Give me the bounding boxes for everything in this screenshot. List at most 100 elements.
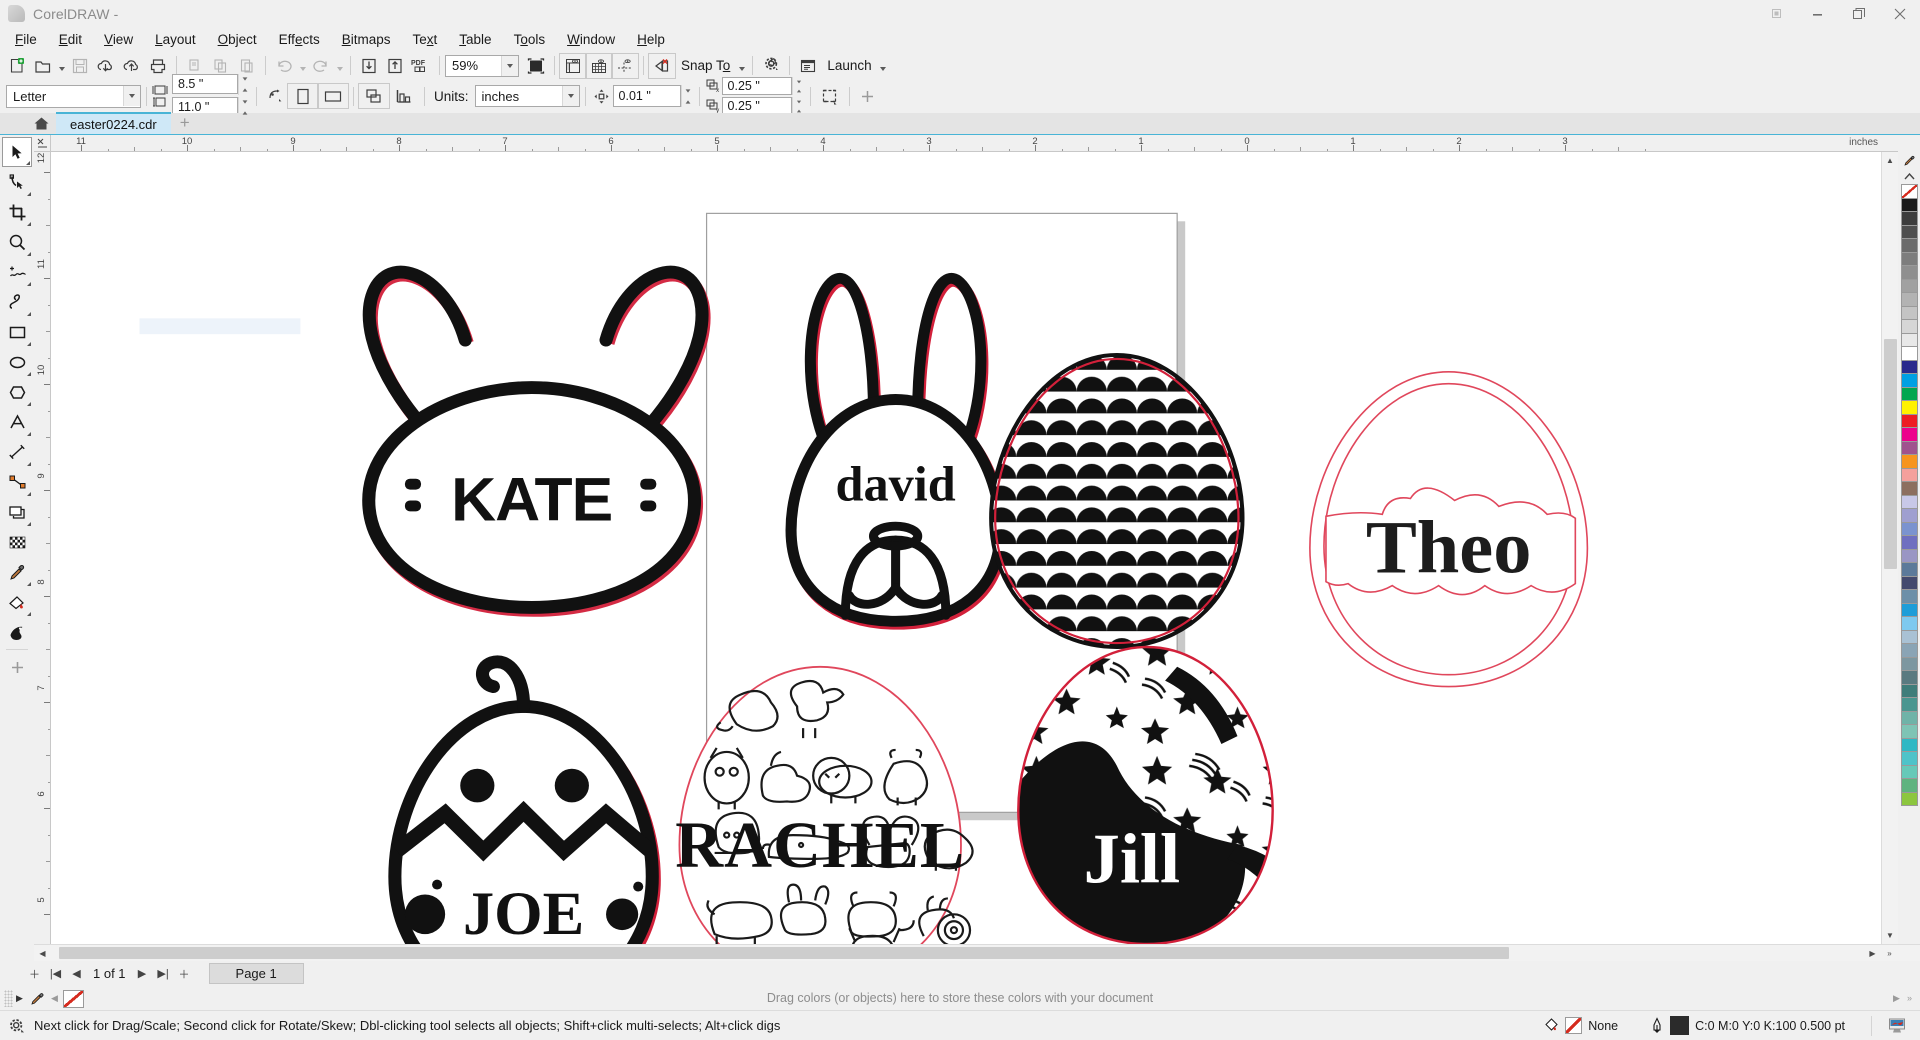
palette-eyedropper-icon[interactable] bbox=[1898, 152, 1920, 168]
paper-type-dropdown-icon[interactable] bbox=[123, 86, 140, 106]
landscape-icon[interactable] bbox=[317, 83, 349, 109]
zoom-level-combo[interactable]: 59% bbox=[445, 54, 519, 77]
hscroll-right-icon[interactable]: ▶ bbox=[1864, 945, 1881, 962]
scroll-down-icon[interactable]: ▼ bbox=[1882, 927, 1899, 944]
home-icon[interactable] bbox=[26, 112, 56, 134]
artwork-bunny-head-kate[interactable]: KATE bbox=[362, 265, 711, 617]
palette-swatch[interactable] bbox=[1900, 481, 1918, 496]
full-screen-preview-icon[interactable] bbox=[523, 54, 549, 78]
palette-swatch[interactable] bbox=[1900, 292, 1918, 307]
open-recent-dropdown-icon[interactable] bbox=[56, 54, 67, 78]
nudge-spinner[interactable] bbox=[680, 85, 694, 107]
save-document-icon[interactable] bbox=[67, 54, 93, 78]
menu-help[interactable]: Help bbox=[626, 28, 676, 51]
menu-table[interactable]: Table bbox=[448, 28, 502, 51]
palette-swatch[interactable] bbox=[1900, 710, 1918, 725]
ruler-unit-icon[interactable] bbox=[34, 135, 51, 152]
color-bar-next-icon[interactable]: ▶ bbox=[1890, 988, 1903, 1008]
print-icon[interactable] bbox=[145, 54, 171, 78]
palette-swatch[interactable] bbox=[1900, 589, 1918, 604]
interactive-fill-tool[interactable] bbox=[2, 587, 32, 617]
palette-swatch[interactable] bbox=[1900, 494, 1918, 509]
palette-swatch[interactable] bbox=[1900, 764, 1918, 779]
palette-swatch[interactable] bbox=[1900, 616, 1918, 631]
scroll-up-icon[interactable]: ▲ bbox=[1882, 152, 1899, 169]
rectangle-tool[interactable] bbox=[2, 317, 32, 347]
import-icon[interactable] bbox=[356, 54, 382, 78]
add-more-icon[interactable] bbox=[855, 84, 881, 108]
freehand-tool[interactable] bbox=[2, 257, 32, 287]
artwork-chick-egg-joe[interactable]: JOE bbox=[388, 655, 661, 944]
duplicate-x-spinner[interactable] bbox=[791, 77, 805, 95]
outline-status-group[interactable]: C:0 M:0 Y:0 K:100 0.500 pt bbox=[1634, 1016, 1861, 1035]
outline-swatch[interactable] bbox=[1670, 1016, 1690, 1035]
crop-tool[interactable] bbox=[2, 197, 32, 227]
add-page-left-button[interactable]: ＋ bbox=[24, 963, 45, 984]
horizontal-scrollbar[interactable]: ◀ ▶ » bbox=[34, 944, 1920, 961]
palette-swatch[interactable] bbox=[1900, 697, 1918, 712]
palette-swatch[interactable] bbox=[1900, 400, 1918, 415]
palette-swatch[interactable] bbox=[1900, 791, 1918, 806]
restore-window-icon[interactable] bbox=[1756, 0, 1797, 27]
current-page-only-icon[interactable] bbox=[389, 84, 419, 108]
launch-button[interactable]: Launch bbox=[821, 54, 877, 78]
menu-bitmaps[interactable]: Bitmaps bbox=[331, 28, 402, 51]
palette-swatch[interactable] bbox=[1900, 602, 1918, 617]
palette-swatch[interactable] bbox=[1900, 386, 1918, 401]
palette-swatch[interactable] bbox=[1900, 670, 1918, 685]
cloud-upload-icon[interactable] bbox=[119, 54, 145, 78]
palette-swatch[interactable] bbox=[1900, 737, 1918, 752]
edit-bleed-icon[interactable] bbox=[816, 84, 844, 108]
palette-swatch[interactable] bbox=[1900, 751, 1918, 766]
document-tab-easter0224[interactable]: easter0224.cdr bbox=[56, 112, 171, 134]
menu-file[interactable]: File bbox=[4, 28, 48, 51]
color-bar-more-icon[interactable]: » bbox=[1903, 988, 1916, 1008]
palette-swatch[interactable] bbox=[1900, 440, 1918, 455]
horizontal-ruler[interactable]: inches 11 10 9 8 7 6 5 4 3 2 1 0 1 2 3 bbox=[51, 135, 1881, 152]
artistic-media-tool[interactable] bbox=[2, 287, 32, 317]
smart-fill-tool[interactable] bbox=[2, 617, 32, 647]
palette-swatch[interactable] bbox=[1900, 656, 1918, 671]
palette-swatch[interactable] bbox=[1900, 548, 1918, 563]
palette-swatch[interactable] bbox=[1900, 332, 1918, 347]
show-grid-icon[interactable] bbox=[585, 52, 613, 79]
palette-swatch[interactable] bbox=[1900, 629, 1918, 644]
ellipse-tool[interactable] bbox=[2, 347, 32, 377]
first-page-button[interactable]: |◀ bbox=[45, 963, 66, 984]
palette-swatch[interactable] bbox=[1900, 197, 1918, 212]
menu-text[interactable]: Text bbox=[402, 28, 449, 51]
palette-swatch-none[interactable] bbox=[1900, 184, 1918, 199]
fill-status-group[interactable]: None bbox=[1528, 1017, 1634, 1034]
palette-swatch[interactable] bbox=[1900, 224, 1918, 239]
menu-layout[interactable]: Layout bbox=[144, 28, 207, 51]
palette-swatch[interactable] bbox=[1900, 373, 1918, 388]
paste-icon[interactable] bbox=[234, 54, 260, 78]
last-page-button[interactable]: ▶| bbox=[153, 963, 174, 984]
snap-to-dropdown-icon[interactable] bbox=[736, 54, 747, 78]
drop-shadow-tool[interactable] bbox=[2, 497, 32, 527]
all-pages-icon[interactable] bbox=[358, 83, 390, 109]
menu-edit[interactable]: Edit bbox=[48, 28, 93, 51]
menu-tools[interactable]: Tools bbox=[503, 28, 557, 51]
add-tool-button[interactable] bbox=[2, 652, 32, 682]
copy-icon[interactable] bbox=[208, 54, 234, 78]
color-proof-icon[interactable] bbox=[1882, 1017, 1912, 1035]
polygon-tool[interactable] bbox=[2, 377, 32, 407]
palette-swatch[interactable] bbox=[1900, 454, 1918, 469]
launch-dropdown-icon[interactable] bbox=[878, 54, 889, 78]
paper-type-combo[interactable]: Letter bbox=[6, 84, 141, 108]
zoom-dropdown-icon[interactable] bbox=[501, 55, 518, 76]
menu-object[interactable]: Object bbox=[207, 28, 268, 51]
palette-swatch[interactable] bbox=[1900, 238, 1918, 253]
launch-panel-icon[interactable] bbox=[795, 54, 821, 78]
cloud-download-icon[interactable] bbox=[93, 54, 119, 78]
palette-swatch[interactable] bbox=[1900, 359, 1918, 374]
palette-swatch[interactable] bbox=[1900, 265, 1918, 280]
color-eyedropper-tool[interactable] bbox=[2, 557, 32, 587]
undo-icon[interactable] bbox=[271, 54, 297, 78]
close-icon[interactable] bbox=[1879, 0, 1920, 27]
redo-dropdown-icon[interactable] bbox=[334, 54, 345, 78]
show-guidelines-icon[interactable] bbox=[611, 52, 639, 79]
straight-line-connector-tool[interactable] bbox=[2, 467, 32, 497]
menu-window[interactable]: Window bbox=[556, 28, 626, 51]
